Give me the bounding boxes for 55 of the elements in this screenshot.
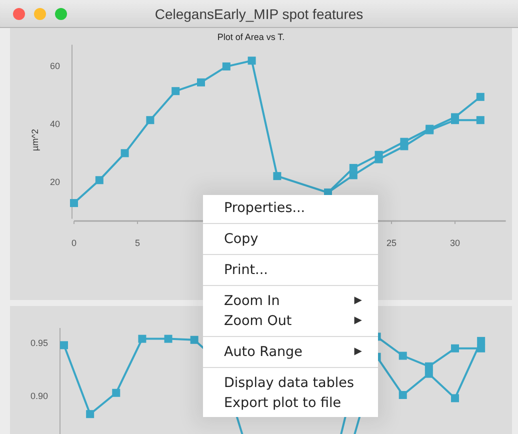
y-tick-label: 0.90 [30,391,48,401]
data-point [349,164,358,172]
data-point [476,92,484,101]
data-point [451,344,459,352]
minimize-button[interactable] [34,8,46,20]
menu-item-label: Zoom Out [224,312,292,331]
data-point [197,78,205,86]
menu-item[interactable]: Display data tables [203,373,378,393]
x-tick-label: 25 [386,238,396,248]
data-point [398,391,407,399]
y-axis-label: µm^2 [30,129,40,151]
data-point [138,334,146,343]
data-point [477,336,486,345]
data-point [146,116,154,124]
menu-item[interactable]: Export plot to file [203,393,378,413]
menu-item-label: Auto Range [224,343,302,362]
data-point [273,172,282,180]
data-point [248,56,256,65]
data-point [400,142,408,150]
chart-title: Plot of Area vs T. [217,32,285,42]
x-tick-label: 30 [450,238,460,248]
data-point [222,62,230,70]
data-point [112,388,120,397]
data-point [95,176,104,184]
data-point [120,149,129,158]
y-tick-label: 40 [50,119,60,129]
submenu-arrow-icon: ▶ [354,342,362,362]
menu-item-label: Zoom In [224,292,280,311]
submenu-item[interactable]: Zoom Out ▶ [203,311,378,331]
x-tick-label: 0 [72,238,76,248]
menu-item[interactable]: Copy [203,229,378,249]
data-point [190,336,198,344]
data-point [172,87,180,96]
y-tick-label: 60 [50,61,60,71]
data-point [86,410,94,418]
submenu-item[interactable]: Zoom In ▶ [203,291,378,311]
submenu-item[interactable]: Auto Range ▶ [203,342,378,362]
data-point [349,171,358,180]
close-button[interactable] [13,8,25,20]
data-point [164,334,172,343]
zoom-button[interactable] [55,8,67,20]
data-point [451,394,459,402]
window-title: CelegansEarly_MIP spot features [154,6,364,22]
x-tick-label: 5 [135,238,140,248]
menu-item[interactable]: Print... [203,260,378,280]
submenu-arrow-icon: ▶ [354,311,362,331]
data-point [424,362,433,370]
submenu-arrow-icon: ▶ [354,291,362,311]
data-point [60,341,68,350]
menu-item[interactable]: Properties... [203,198,378,218]
data-point [398,352,407,360]
data-point [70,199,78,208]
y-tick-label: 20 [50,177,60,187]
y-tick-label: 0.95 [30,338,48,348]
data-point [476,116,484,124]
